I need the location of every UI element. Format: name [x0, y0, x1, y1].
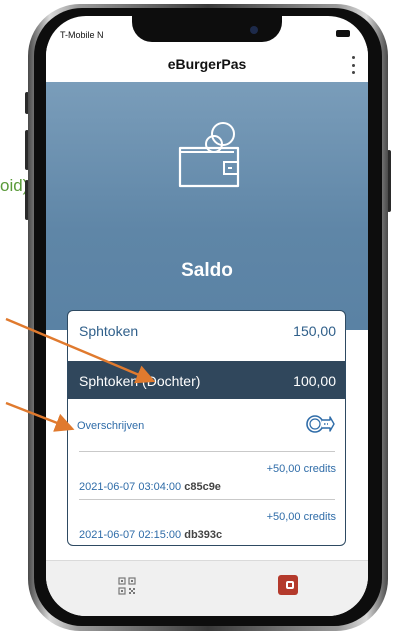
carrier-name: T-Mobile N	[60, 30, 104, 40]
divider	[79, 499, 335, 500]
saldo-heading: Saldo	[181, 260, 233, 281]
transaction-datetime: 2021-06-07 03:04:00 c85c9e	[79, 481, 221, 493]
battery-icon	[336, 30, 350, 37]
notch	[132, 16, 282, 42]
balance-row-sphtoken[interactable]: Sphtoken 150,00	[68, 311, 345, 351]
transaction-timestamp: 2021-06-07 03:04:00	[79, 481, 182, 493]
menu-dot	[351, 63, 355, 67]
front-camera	[250, 26, 258, 34]
menu-dot	[351, 71, 355, 74]
menu-dot	[351, 56, 355, 59]
coin-transfer-icon[interactable]	[305, 413, 335, 435]
qr-code-icon[interactable]	[118, 577, 136, 595]
transaction-code: c85c9e	[184, 481, 221, 493]
balance-name: Sphtoken	[79, 323, 139, 339]
balance-card: Sphtoken 150,00 Sphtoken (Dochter) 100,0…	[67, 310, 346, 546]
app-title: eBurgerPas	[167, 56, 247, 72]
balance-amount: 150,00	[293, 323, 336, 339]
transaction-amount: +50,00 credits	[266, 463, 336, 475]
balance-hero: Saldo	[46, 82, 368, 330]
divider	[79, 451, 335, 452]
transaction-code: db393c	[184, 529, 223, 541]
transaction-datetime: 2021-06-07 02:15:00 db393c	[79, 529, 222, 541]
overflow-menu-button[interactable]	[346, 56, 360, 74]
transaction-amount: +50,00 credits	[266, 511, 336, 523]
wallet-icon	[178, 122, 240, 188]
wallet-icon[interactable]	[278, 575, 298, 595]
transaction-timestamp: 2021-06-07 02:15:00	[79, 529, 182, 541]
bottom-navigation	[46, 560, 368, 616]
balance-amount: 100,00	[293, 373, 336, 389]
app-bar: eBurgerPas	[46, 46, 368, 82]
balance-name: Sphtoken (Dochter)	[79, 373, 201, 389]
balance-row-sphtoken-dochter[interactable]: Sphtoken (Dochter) 100,00	[68, 361, 345, 399]
transfer-link[interactable]: Overschrijven	[77, 420, 144, 432]
phone-screen: T-Mobile N eBurgerPas Saldo Sphtoken 150…	[46, 16, 368, 616]
